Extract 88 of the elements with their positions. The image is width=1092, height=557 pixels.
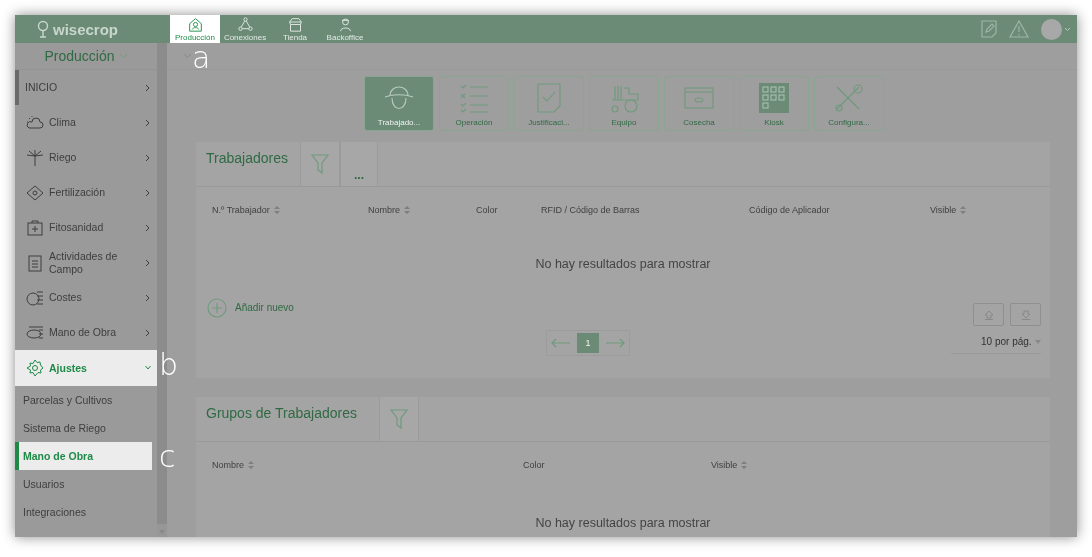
menu-icon: [25, 113, 45, 132]
module-tile[interactable]: Equipo: [589, 76, 659, 131]
submenu-item[interactable]: Integraciones: [15, 498, 157, 526]
chevron-icon: [145, 83, 151, 92]
add-new-button[interactable]: Añadir nuevo: [207, 297, 294, 318]
sort-icon: [741, 461, 748, 469]
sort-icon: [960, 206, 967, 214]
sidebar-item[interactable]: Clima: [15, 105, 157, 140]
sort-icon: [273, 206, 280, 214]
sidebar-item[interactable]: Riego: [15, 140, 157, 175]
chevron-icon: [145, 364, 151, 372]
chevron-icon: [145, 328, 151, 337]
nav-icon: [287, 17, 303, 32]
upload-icon: [983, 309, 994, 320]
sidebar-item[interactable]: Mano de Obra: [15, 315, 157, 350]
submenu-item[interactable]: Parcelas y Cultivos: [15, 386, 157, 414]
menu-icon: [25, 359, 45, 377]
sidebar-item[interactable]: Costes: [15, 280, 157, 315]
menu-icon: [25, 323, 45, 342]
sidebar-item[interactable]: Fertilización: [15, 175, 157, 210]
module-tile[interactable]: Operación: [439, 76, 509, 131]
module-tile[interactable]: Kiosk: [739, 76, 809, 131]
nav-tab[interactable]: Tienda: [270, 15, 320, 43]
caret-icon[interactable]: [1064, 26, 1071, 32]
chevron-icon: [145, 258, 151, 267]
nav-icon: [337, 17, 353, 32]
page-size-dropdown[interactable]: 10 por pág.: [951, 332, 1041, 354]
module-tile[interactable]: Justificaci...: [514, 76, 584, 131]
menu-icon: [25, 148, 45, 167]
column-header[interactable]: Visible: [711, 460, 1050, 470]
empty-message: No hay resultados para mostrar: [534, 257, 712, 271]
nav-tab[interactable]: Backoffice: [320, 15, 370, 43]
menu-icon: [25, 183, 45, 202]
module-tile[interactable]: Cosecha: [664, 76, 734, 131]
filter-tab[interactable]: [379, 397, 419, 441]
page-number[interactable]: 1: [577, 333, 599, 353]
next-page-icon[interactable]: [605, 338, 625, 348]
sort-icon: [404, 206, 410, 214]
module-tile[interactable]: Trabajado...: [364, 76, 434, 131]
plus-circle-icon: [207, 297, 227, 318]
card-title: Grupos de Trabajadores: [205, 404, 358, 423]
nav-tab[interactable]: Conexiones: [220, 15, 270, 43]
module-icon: [757, 82, 791, 114]
upload-button[interactable]: [973, 303, 1004, 326]
column-header[interactable]: RFID / Código de Barras: [541, 205, 749, 215]
more-tab[interactable]: ...: [340, 142, 378, 186]
menu-icon: [25, 288, 45, 307]
download-icon: [1020, 309, 1031, 320]
column-header[interactable]: Visible: [930, 205, 1050, 215]
menu-icon: [25, 253, 45, 272]
empty-message: No hay resultados para mostrar: [534, 516, 712, 530]
card-title: Trabajadores: [205, 149, 289, 168]
app-logo: wisecrop: [53, 20, 119, 38]
edit-icon[interactable]: [981, 20, 997, 38]
submenu-item[interactable]: Usuarios: [15, 470, 157, 498]
chevron-icon: [145, 293, 151, 302]
callout-letter: b: [159, 350, 179, 380]
avatar[interactable]: [1041, 18, 1062, 40]
chevron-icon: [145, 188, 151, 197]
nav-icon: [237, 17, 253, 32]
filter-icon: [311, 154, 329, 174]
column-header[interactable]: N.º Trabajador: [212, 205, 368, 215]
nav-icon: [187, 17, 203, 32]
submenu-item[interactable]: Sistema de Riego: [15, 414, 157, 442]
sort-icon: [248, 461, 254, 469]
column-header[interactable]: Color: [523, 460, 711, 470]
column-header[interactable]: Nombre: [368, 205, 476, 215]
warning-icon[interactable]: [1009, 20, 1029, 38]
chevron-icon: [145, 118, 151, 127]
chevron-icon: [145, 223, 151, 232]
filter-icon: [390, 409, 408, 429]
column-header[interactable]: Código de Aplicador: [749, 205, 930, 215]
tree-icon: [35, 20, 51, 38]
filter-tab[interactable]: [300, 142, 340, 186]
previous-page-icon[interactable]: [551, 338, 571, 348]
chevron-icon: [145, 153, 151, 162]
callout-letter: c: [159, 442, 176, 472]
column-header[interactable]: Nombre: [212, 460, 523, 470]
module-tile[interactable]: Configura...: [814, 76, 884, 131]
module-icon: [832, 82, 866, 114]
download-button[interactable]: [1010, 303, 1041, 326]
caret-icon: [1035, 339, 1041, 344]
column-header[interactable]: Color: [476, 205, 541, 215]
callout-letter: a: [192, 43, 211, 73]
caret-icon: [118, 53, 128, 59]
menu-icon: [25, 218, 45, 237]
sidebar-item[interactable]: Fitosanidad: [15, 210, 157, 245]
sidebar-item[interactable]: Actividades de Campo: [15, 245, 157, 280]
